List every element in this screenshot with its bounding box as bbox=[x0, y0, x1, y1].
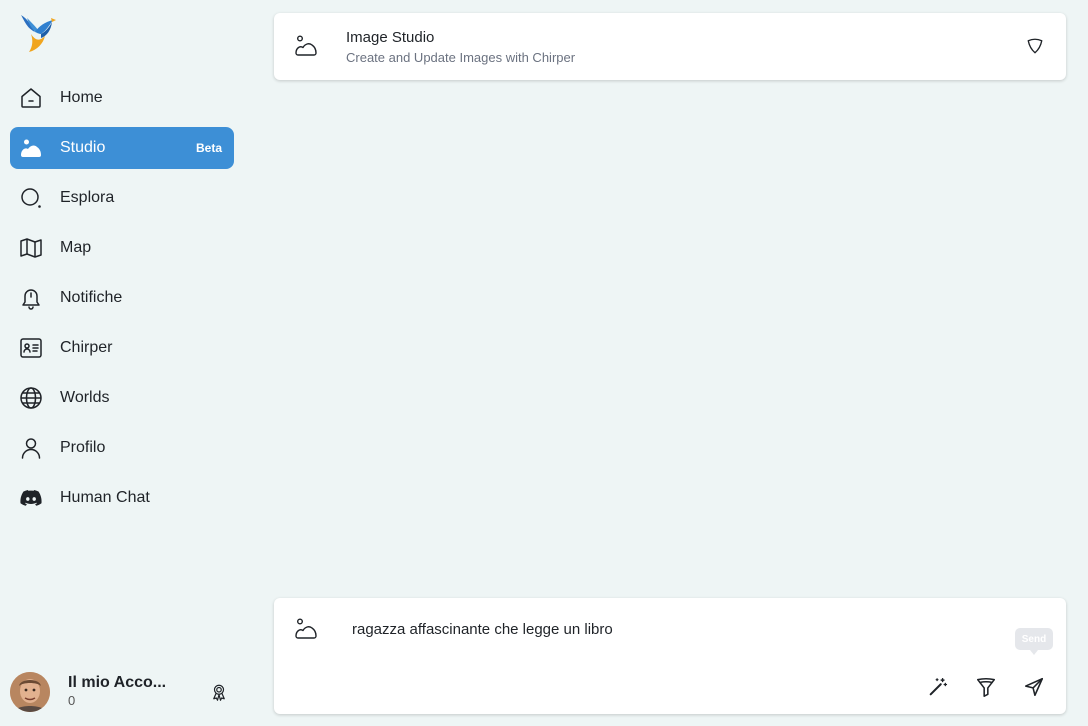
sidebar-item-human-chat[interactable]: Human Chat bbox=[10, 477, 234, 519]
award-icon[interactable] bbox=[210, 683, 228, 701]
sidebar-item-studio[interactable]: Studio Beta bbox=[10, 127, 234, 169]
filter-icon bbox=[976, 677, 996, 697]
sidebar-item-label: Profilo bbox=[60, 439, 106, 456]
discord-icon bbox=[19, 486, 43, 510]
sidebar-item-map[interactable]: Map bbox=[10, 227, 234, 269]
sidebar-item-label: Map bbox=[60, 239, 92, 256]
account-count: 0 bbox=[68, 693, 76, 708]
globe-icon bbox=[19, 386, 43, 410]
image-icon bbox=[294, 617, 318, 641]
sidebar-item-label: Notifiche bbox=[60, 289, 123, 306]
send-button[interactable] bbox=[1022, 675, 1046, 699]
home-icon bbox=[19, 86, 43, 110]
image-icon bbox=[19, 136, 43, 160]
sidebar-item-label: Home bbox=[60, 89, 103, 106]
sidebar-item-label: Esplora bbox=[60, 189, 115, 206]
sidebar-nav: Home Studio Beta Esplora Map Notifiche C… bbox=[10, 77, 234, 527]
beta-badge: Beta bbox=[195, 141, 222, 155]
prompt-composer: Send bbox=[274, 598, 1066, 714]
account-section[interactable]: Il mio Acco... 0 bbox=[10, 672, 234, 712]
bird-logo[interactable] bbox=[17, 12, 57, 54]
page-header: Image Studio Create and Update Images wi… bbox=[274, 13, 1066, 80]
sidebar-item-worlds[interactable]: Worlds bbox=[10, 377, 234, 419]
filter-button[interactable] bbox=[974, 675, 998, 699]
search-icon bbox=[19, 186, 43, 210]
avatar[interactable] bbox=[10, 672, 50, 712]
prompt-input[interactable] bbox=[346, 616, 986, 642]
sidebar-item-label: Chirper bbox=[60, 339, 113, 356]
sidebar-item-home[interactable]: Home bbox=[10, 77, 234, 119]
sidebar: Home Studio Beta Esplora Map Notifiche C… bbox=[0, 0, 244, 726]
sidebar-item-esplora[interactable]: Esplora bbox=[10, 177, 234, 219]
magic-wand-icon bbox=[929, 678, 948, 696]
image-icon bbox=[294, 34, 318, 58]
sidebar-item-label: Human Chat bbox=[60, 489, 150, 506]
map-icon bbox=[19, 236, 43, 260]
magic-wand-button[interactable] bbox=[926, 675, 950, 699]
account-name: Il mio Acco... bbox=[68, 674, 167, 691]
sidebar-item-label: Worlds bbox=[60, 389, 110, 406]
sidebar-item-chirper[interactable]: Chirper bbox=[10, 327, 234, 369]
sidebar-item-label: Studio bbox=[60, 139, 106, 156]
user-icon bbox=[19, 436, 43, 460]
page-title: Image Studio bbox=[346, 29, 435, 46]
send-icon bbox=[1024, 677, 1044, 697]
bell-icon bbox=[19, 286, 43, 310]
shield-icon[interactable] bbox=[1026, 37, 1044, 55]
page-subtitle: Create and Update Images with Chirper bbox=[346, 50, 576, 65]
id-card-icon bbox=[19, 336, 43, 360]
account-info: Il mio Acco... 0 bbox=[68, 674, 210, 710]
sidebar-item-notifiche[interactable]: Notifiche bbox=[10, 277, 234, 319]
sidebar-item-profilo[interactable]: Profilo bbox=[10, 427, 234, 469]
send-tooltip: Send bbox=[1015, 628, 1053, 655]
